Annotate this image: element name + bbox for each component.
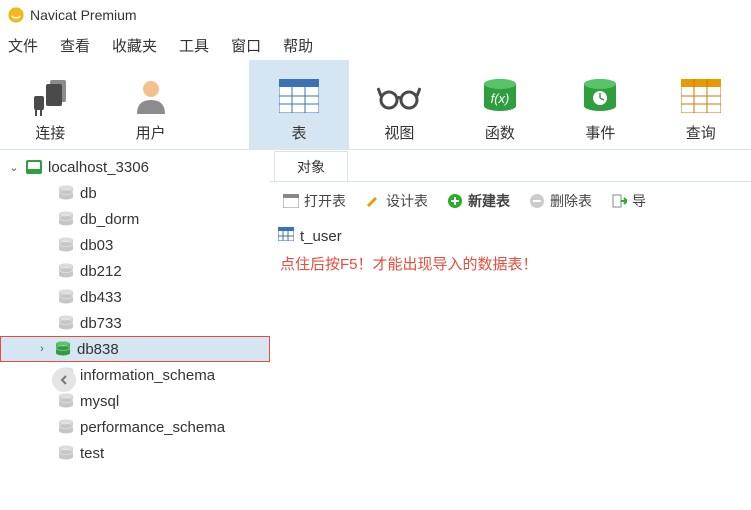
tool-connect[interactable]: 连接	[0, 60, 100, 149]
tool-view[interactable]: 视图	[349, 60, 449, 149]
connection-tree: ⌄ localhost_3306 db db_dorm db03 db212 db433…	[0, 150, 270, 510]
tree-item[interactable]: test	[0, 440, 270, 466]
svg-text:f(x): f(x)	[490, 91, 509, 106]
plug-icon	[26, 74, 74, 118]
btn-delete-table-label: 删除表	[550, 191, 592, 211]
tool-table-label: 表	[291, 122, 306, 143]
open-table-icon	[282, 192, 300, 210]
tool-query-label: 查询	[686, 122, 716, 143]
database-icon	[56, 236, 76, 254]
import-icon	[610, 192, 628, 210]
right-panel: 对象 打开表 设计表 新建表 删除表 导	[270, 150, 751, 510]
menu-favorites[interactable]: 收藏夹	[112, 35, 157, 56]
tree-item-label: db838	[77, 341, 119, 358]
tree-item[interactable]: db212	[0, 258, 270, 284]
database-icon	[56, 314, 76, 332]
glasses-icon	[375, 74, 423, 118]
menu-tools[interactable]: 工具	[179, 35, 209, 56]
menu-help[interactable]: 帮助	[283, 35, 313, 56]
tool-connect-label: 连接	[35, 122, 65, 143]
chevron-right-icon[interactable]: ›	[35, 343, 49, 355]
connection-icon	[24, 158, 44, 176]
tree-item-label: performance_schema	[80, 419, 225, 436]
btn-new-table[interactable]: 新建表	[440, 191, 516, 211]
tree-item-label: db733	[80, 315, 122, 332]
tool-event[interactable]: 事件	[550, 60, 650, 149]
design-table-icon	[364, 192, 382, 210]
event-icon	[576, 74, 624, 118]
database-icon	[56, 288, 76, 306]
tab-strip: 对象	[270, 150, 751, 182]
app-icon	[8, 7, 24, 23]
tree-item[interactable]: db733	[0, 310, 270, 336]
database-icon	[53, 340, 73, 358]
tool-function[interactable]: f(x) 函数	[450, 60, 550, 149]
annotation-text: 点住后按F5！才能出现导入的数据表！	[280, 253, 538, 274]
tool-event-label: 事件	[585, 122, 615, 143]
btn-import-label: 导	[632, 191, 646, 211]
main-area: ⌄ localhost_3306 db db_dorm db03 db212 db433…	[0, 150, 751, 510]
btn-design-table-label: 设计表	[386, 191, 428, 211]
tree-connection-label: localhost_3306	[48, 159, 149, 176]
tool-user[interactable]: 用户	[100, 60, 200, 149]
plus-icon	[446, 192, 464, 210]
database-icon	[56, 392, 76, 410]
tree-item-label: db03	[80, 237, 113, 254]
btn-import[interactable]: 导	[604, 191, 652, 211]
function-icon: f(x)	[476, 74, 524, 118]
table-icon	[275, 74, 323, 118]
tree-item[interactable]: performance_schema	[0, 414, 270, 440]
tree-item-label: test	[80, 445, 104, 462]
tool-user-label: 用户	[136, 122, 166, 143]
database-icon	[56, 210, 76, 228]
title-bar: Navicat Premium	[0, 0, 751, 30]
btn-new-table-label: 新建表	[468, 191, 510, 211]
menu-bar: 文件 查看 收藏夹 工具 窗口 帮助	[0, 30, 751, 60]
database-icon	[56, 418, 76, 436]
tree-connection[interactable]: ⌄ localhost_3306	[0, 154, 270, 180]
database-icon	[56, 184, 76, 202]
window-title: Navicat Premium	[30, 7, 137, 23]
delete-icon	[528, 192, 546, 210]
database-icon	[56, 444, 76, 462]
tree-item-label: db_dorm	[80, 211, 139, 228]
menu-view[interactable]: 查看	[60, 35, 90, 56]
query-icon	[677, 74, 725, 118]
menu-window[interactable]: 窗口	[231, 35, 261, 56]
main-toolbar: 连接 用户 表 视图 f(x) 函数 事件 查询	[0, 60, 751, 150]
tree-item-label: db212	[80, 263, 122, 280]
btn-open-table[interactable]: 打开表	[276, 191, 352, 211]
object-name: t_user	[300, 228, 342, 245]
tree-item-label: db433	[80, 289, 122, 306]
tree-item[interactable]: db	[0, 180, 270, 206]
btn-open-table-label: 打开表	[304, 191, 346, 211]
object-list: t_user	[270, 220, 751, 252]
tool-view-label: 视图	[384, 122, 414, 143]
tree-item[interactable]: db_dorm	[0, 206, 270, 232]
object-row[interactable]: t_user	[278, 224, 743, 248]
object-toolbar: 打开表 设计表 新建表 删除表 导	[270, 182, 751, 220]
tree-item[interactable]: db03	[0, 232, 270, 258]
tool-query[interactable]: 查询	[651, 60, 751, 149]
tree-item[interactable]: db433	[0, 284, 270, 310]
menu-file[interactable]: 文件	[8, 35, 38, 56]
back-button[interactable]	[52, 368, 76, 392]
chevron-down-icon[interactable]: ⌄	[8, 161, 20, 174]
database-icon	[56, 262, 76, 280]
tree-item-label: information_schema	[80, 367, 215, 384]
tree-item-label: mysql	[80, 393, 119, 410]
tool-table[interactable]: 表	[249, 60, 349, 149]
tool-function-label: 函数	[485, 122, 515, 143]
tree-item[interactable]: › db838	[0, 336, 270, 362]
btn-design-table[interactable]: 设计表	[358, 191, 434, 211]
user-icon	[127, 74, 175, 118]
tab-objects[interactable]: 对象	[274, 151, 348, 181]
tab-objects-label: 对象	[297, 157, 325, 177]
btn-delete-table[interactable]: 删除表	[522, 191, 598, 211]
table-small-icon	[278, 227, 294, 245]
tree-item-label: db	[80, 185, 97, 202]
